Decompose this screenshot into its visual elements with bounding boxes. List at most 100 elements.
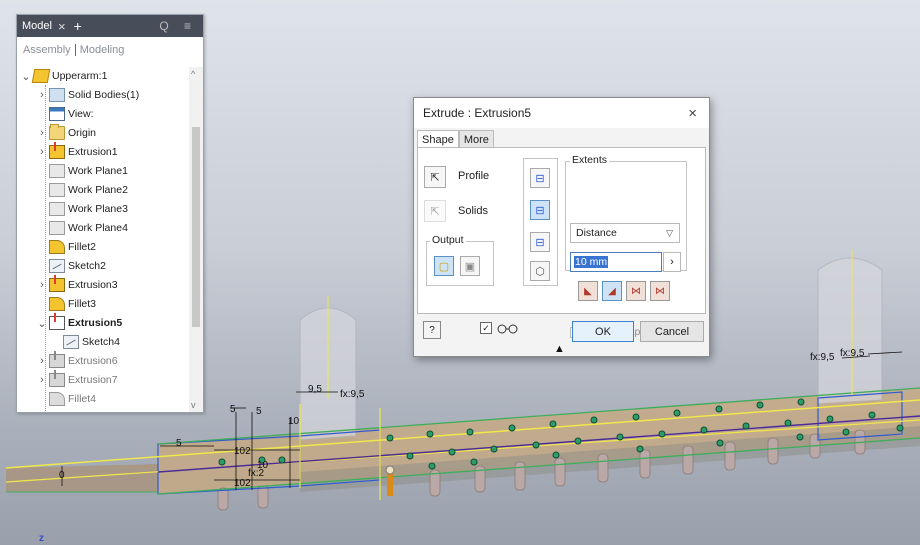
output-solid-icon[interactable]: ▢	[434, 256, 454, 276]
preview-checkbox[interactable]: ✓	[480, 322, 492, 334]
expand-icon[interactable]: ›	[37, 89, 47, 101]
cut-icon[interactable]: ⊟	[530, 200, 550, 220]
direction-flipped-icon[interactable]: ◢	[602, 281, 622, 301]
expand-icon[interactable]: ›	[37, 279, 47, 291]
chevron-down-icon: ▽	[666, 227, 673, 238]
tree-node-work-plane3[interactable]: Work Plane3	[37, 200, 128, 218]
tree-node-fillet3[interactable]: Fillet3	[37, 295, 96, 313]
add-tab-icon[interactable]: +	[74, 18, 82, 34]
tree-node-work-plane2[interactable]: Work Plane2	[37, 181, 128, 199]
tab-model[interactable]: Model ×	[22, 19, 66, 34]
preview-toggle[interactable]: ✓	[480, 322, 520, 334]
browser-scrollbar[interactable]: ^ v	[189, 67, 203, 412]
close-icon[interactable]: ×	[688, 105, 697, 122]
tree-node-label: Extrusion3	[68, 279, 118, 291]
tree-node-label: Sketch2	[68, 260, 106, 272]
model-browser: Model × + Q ≡ Assembly Modeling ⌄ Upperar…	[16, 14, 204, 413]
work-plane-icon	[49, 164, 65, 178]
tree-node-work-plane1[interactable]: Work Plane1	[37, 162, 128, 180]
tree-node-upperarm[interactable]: ⌄ Upperarm:1	[21, 67, 107, 85]
extrusion-icon	[49, 351, 65, 368]
solids-select-icon[interactable]: ⇱	[424, 200, 446, 222]
scroll-up-icon[interactable]: ^	[191, 69, 195, 79]
tree-node-label: Solid Bodies(1)	[68, 89, 140, 101]
tree-node-view[interactable]: View:	[37, 105, 94, 123]
dim-label: 10	[288, 416, 300, 427]
tree-node-label: Upperarm:1	[52, 70, 108, 82]
tree-node-sketch4[interactable]: Sketch4	[61, 333, 120, 351]
dialog-tabs: Shape More	[417, 130, 494, 148]
expand-icon[interactable]: ›	[37, 374, 47, 386]
intersect-icon[interactable]: ⊟	[530, 232, 550, 252]
view-icon	[49, 107, 65, 121]
expand-icon[interactable]: ⌄	[37, 317, 47, 330]
new-solid-icon[interactable]: ⬡	[530, 261, 550, 281]
dim-label: 5	[256, 406, 262, 417]
distance-input[interactable]: 10 mm	[570, 252, 662, 272]
mode-modeling[interactable]: Modeling	[80, 44, 125, 56]
orange-marker	[385, 465, 395, 496]
solids-label: Solids	[458, 205, 488, 217]
tree-node-sketch2[interactable]: Sketch2	[37, 257, 106, 275]
output-surface-icon[interactable]: ▣	[460, 256, 480, 276]
scroll-down-icon[interactable]: v	[191, 400, 196, 410]
solid-bodies-icon	[49, 88, 65, 102]
dialog-body: ⇱ Profile ⇱ Solids Output ▢ ▣ ⊟ ⊟ ⊟ ⬡ Ex…	[417, 147, 706, 338]
tree-node-fillet4[interactable]: Fillet4	[37, 390, 96, 408]
join-icon[interactable]: ⊟	[530, 168, 550, 188]
tree-node-extrusion1[interactable]: › Extrusion1	[37, 142, 118, 161]
tree-node-label: View:	[68, 108, 94, 120]
browser-mode-bar: Assembly Modeling	[17, 37, 203, 63]
expand-icon[interactable]: ⌄	[21, 70, 31, 83]
expand-icon[interactable]: ›	[37, 146, 47, 158]
tree-node-extrusion7[interactable]: › Extrusion7	[37, 370, 118, 389]
expand-icon[interactable]: ›	[37, 127, 47, 139]
dialog-title-bar[interactable]: Extrude : Extrusion5 ×	[414, 98, 709, 128]
tab-shape[interactable]: Shape	[417, 130, 459, 148]
search-menu-icons[interactable]: Q ≡	[159, 19, 197, 33]
dim-label: 0	[59, 470, 65, 481]
tree-node-solid-bodies[interactable]: › Solid Bodies(1)	[37, 86, 139, 104]
distance-menu-button[interactable]: ›	[663, 252, 681, 272]
ok-button[interactable]: OK	[572, 321, 634, 342]
tree-node-extrusion6[interactable]: › Extrusion6	[37, 351, 118, 370]
tree-node-label: Work Plane3	[68, 203, 128, 215]
dialog-footer: ? ✓ OK Cancel ▲	[414, 315, 709, 355]
output-label: Output	[430, 234, 466, 246]
part-body-left	[6, 464, 158, 492]
fillet-icon	[49, 392, 65, 406]
expand-icon[interactable]: ›	[37, 355, 47, 367]
work-plane-icon	[49, 183, 65, 197]
profile-select-icon[interactable]: ⇱	[424, 166, 446, 188]
tree-node-work-plane4[interactable]: Work Plane4	[37, 219, 128, 237]
help-icon[interactable]: ?	[423, 321, 441, 339]
dialog-title: Extrude : Extrusion5	[423, 106, 532, 120]
mode-assembly[interactable]: Assembly	[23, 44, 71, 56]
tree-node-extrusion3[interactable]: › Extrusion3	[37, 275, 118, 294]
tree-node-label: Fillet3	[68, 298, 97, 310]
cancel-button[interactable]: Cancel	[640, 321, 704, 342]
extrude-dialog: Extrude : Extrusion5 × Shape More ⇱ Prof…	[413, 97, 710, 357]
tree-node-label: Work Plane1	[68, 165, 128, 177]
glasses-icon	[497, 324, 518, 334]
dim-label: 9,5	[308, 384, 322, 395]
folder-icon	[49, 124, 65, 140]
tree-node-label: Fillet2	[68, 241, 97, 253]
close-icon[interactable]: ×	[58, 19, 66, 34]
tree-node-origin[interactable]: › Origin	[37, 124, 96, 142]
tree-node-fillet2[interactable]: Fillet2	[37, 238, 96, 256]
extents-type-select[interactable]: Distance ▽	[570, 223, 680, 243]
direction-asymmetric-icon[interactable]: ⋈	[650, 281, 670, 301]
dim-label: 5	[176, 438, 182, 449]
tree-node-extrusion5[interactable]: ⌄ Extrusion5	[37, 313, 123, 332]
tab-more[interactable]: More	[458, 130, 494, 148]
work-plane-icon	[49, 202, 65, 216]
direction-symmetric-icon[interactable]: ⋈	[626, 281, 646, 301]
dim-label: fx:9,5	[840, 348, 865, 359]
dim-label: fx:9,5	[340, 389, 365, 400]
direction-default-icon[interactable]: ◣	[578, 281, 598, 301]
tree-node-label: Extrusion5	[68, 317, 123, 329]
pin-icon[interactable]: ▲	[554, 343, 565, 355]
model-tree: ⌄ Upperarm:1 › Solid Bodies(1) View: › Orig…	[17, 67, 189, 412]
scroll-thumb[interactable]	[192, 127, 200, 327]
